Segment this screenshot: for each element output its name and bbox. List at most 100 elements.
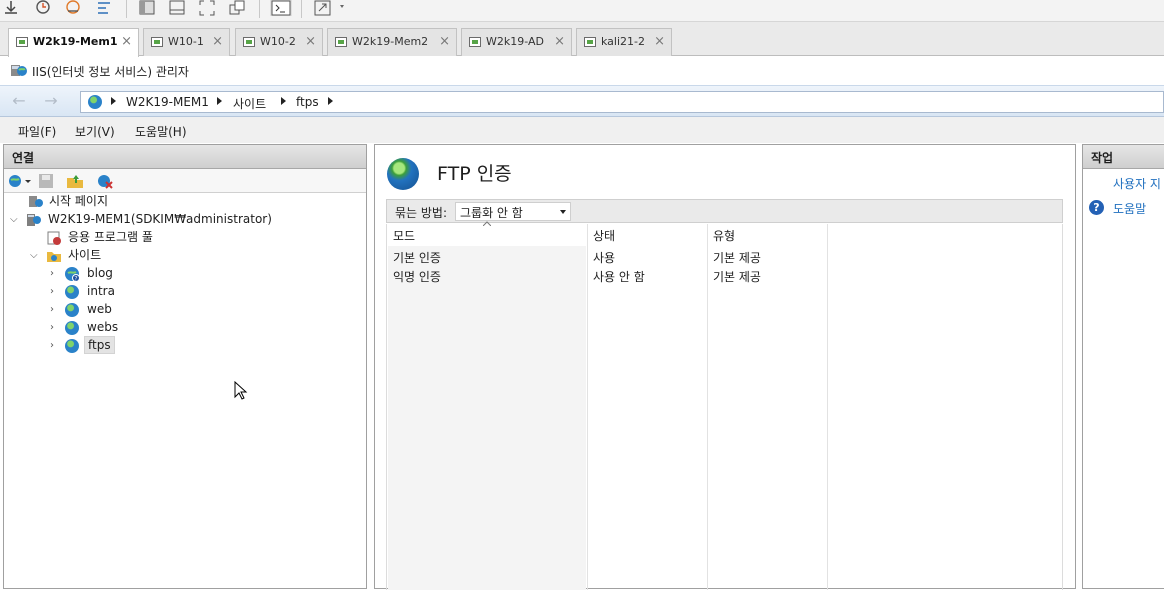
site-error-icon: ? xyxy=(65,267,80,283)
tree-label: webs xyxy=(87,320,119,334)
unity-icon[interactable] xyxy=(228,0,246,16)
tree-site-webs[interactable]: › webs xyxy=(48,319,121,337)
vm-tab-label: W10-2 xyxy=(260,35,296,48)
close-tab-icon[interactable]: × xyxy=(654,29,665,55)
vm-tab-kali21-2[interactable]: kali21-2 × xyxy=(576,28,672,56)
vm-tab-w2k19-mem1[interactable]: W2k19-Mem1 × xyxy=(8,28,139,57)
address-field[interactable]: W2K19-MEM1 사이트 ftps xyxy=(80,91,1164,113)
vm-icon xyxy=(243,37,255,47)
connect-icon[interactable] xyxy=(7,172,33,190)
snapshot-manager-icon[interactable] xyxy=(95,0,113,16)
connections-panel: 연결 시작 페이지 ⌵ W2K19-MEM1(SDKIM₩administrat… xyxy=(3,144,367,589)
vm-tab-label: W2k19-Mem2 xyxy=(352,35,429,48)
save-icon[interactable] xyxy=(37,172,55,190)
chevron-down-icon[interactable]: ⌵ xyxy=(30,248,38,264)
cell-mode: 익명 인증 xyxy=(393,270,441,284)
forward-button[interactable]: → xyxy=(40,91,62,113)
terminal-icon[interactable] xyxy=(270,0,292,16)
globe-icon xyxy=(88,95,102,109)
sort-ascending-icon xyxy=(483,221,491,226)
group-by-select[interactable]: 그룹화 안 함 xyxy=(455,202,571,221)
tree-start-page[interactable]: 시작 페이지 xyxy=(28,193,111,211)
close-tab-icon[interactable]: × xyxy=(554,29,565,55)
chevron-down-icon[interactable]: ⌵ xyxy=(10,212,18,228)
back-button[interactable]: ← xyxy=(8,91,30,113)
group-by-label: 묶는 방법: xyxy=(395,206,448,220)
chevron-right-icon[interactable]: › xyxy=(50,266,54,282)
console-view-icon[interactable] xyxy=(168,0,186,16)
svg-text:?: ? xyxy=(74,276,77,283)
vm-tab-label: kali21-2 xyxy=(601,35,645,48)
cell-mode: 기본 인증 xyxy=(393,251,441,265)
vm-icon xyxy=(16,37,28,47)
sidebar-view-icon[interactable] xyxy=(138,0,156,16)
cell-type: 기본 제공 xyxy=(713,270,761,284)
tree-server[interactable]: ⌵ W2K19-MEM1(SDKIM₩administrator) xyxy=(8,211,275,229)
chevron-right-icon[interactable]: › xyxy=(50,320,54,336)
up-folder-icon[interactable] xyxy=(66,172,84,190)
window-title-bar: IIS(인터넷 정보 서비스) 관리자 xyxy=(0,57,1164,85)
menu-bar: 파일(F) 보기(V) 도움말(H) xyxy=(0,117,1164,143)
server-icon xyxy=(27,214,41,226)
feature-panel: FTP 인증 묶는 방법: 그룹화 안 함 모드 상태 유형 기본 인증 사용 … xyxy=(374,144,1076,590)
action-custom-users[interactable]: 사용자 지 xyxy=(1113,175,1161,192)
window-title: IIS(인터넷 정보 서비스) 관리자 xyxy=(32,65,189,79)
column-header-status[interactable]: 상태 xyxy=(593,227,615,244)
chevron-right-icon[interactable]: › xyxy=(50,284,54,300)
tree-label: blog xyxy=(87,266,113,280)
globe-icon xyxy=(387,158,419,190)
globe-icon xyxy=(65,339,79,353)
tree-label: ftps xyxy=(84,336,115,354)
close-tab-icon[interactable]: × xyxy=(305,29,316,55)
close-tab-icon[interactable]: × xyxy=(212,29,223,55)
tree-app-pools[interactable]: 응용 프로그램 풀 xyxy=(44,229,156,247)
breadcrumb-ftps[interactable]: ftps xyxy=(296,95,319,109)
column-header-type[interactable]: 유형 xyxy=(713,227,735,244)
tree-label: 시작 페이지 xyxy=(49,194,109,208)
start-page-icon xyxy=(29,196,43,207)
folder-icon xyxy=(47,252,61,262)
tree-site-web[interactable]: › web xyxy=(48,301,115,319)
breadcrumb-server[interactable]: W2K19-MEM1 xyxy=(126,95,209,109)
clock-icon[interactable] xyxy=(34,0,52,16)
vm-tab-label: W2k19-AD xyxy=(486,35,544,48)
globe-icon xyxy=(65,285,79,299)
help-icon: ? xyxy=(1089,200,1104,215)
auth-table: 모드 상태 유형 기본 인증 사용 기본 제공 익명 인증 사용 안 함 기본 … xyxy=(386,221,1063,590)
column-header-mode[interactable]: 모드 xyxy=(393,227,415,244)
group-by-bar: 묶는 방법: 그룹화 안 함 xyxy=(386,199,1063,223)
cursor-icon xyxy=(234,381,248,400)
globe-icon xyxy=(65,321,79,335)
vm-icon xyxy=(151,37,163,47)
vm-tab-w10-1[interactable]: W10-1 × xyxy=(143,28,230,56)
disconnect-icon[interactable] xyxy=(96,172,114,190)
vm-tab-w2k19-mem2[interactable]: W2k19-Mem2 × xyxy=(327,28,457,56)
dropdown-arrow-icon xyxy=(560,210,566,214)
vm-icon xyxy=(469,37,481,47)
vm-icon xyxy=(584,37,596,47)
breadcrumb-sites[interactable]: 사이트 xyxy=(233,95,266,112)
vm-tab-w2k19-ad[interactable]: W2k19-AD × xyxy=(461,28,572,56)
stretch-icon[interactable] xyxy=(313,0,349,16)
cell-type: 기본 제공 xyxy=(713,251,761,265)
tree-label: web xyxy=(87,302,112,316)
tree-site-intra[interactable]: › intra xyxy=(48,283,118,301)
tree-sites[interactable]: ⌵ 사이트 xyxy=(28,247,104,265)
download-icon[interactable] xyxy=(2,0,20,16)
action-help[interactable]: 도움말 xyxy=(1113,200,1146,217)
tree-label: intra xyxy=(87,284,115,298)
menu-file[interactable]: 파일(F) xyxy=(18,123,56,140)
close-tab-icon[interactable]: × xyxy=(121,29,132,55)
chevron-right-icon[interactable]: › xyxy=(50,302,54,318)
tree-site-ftps[interactable]: › ftps xyxy=(48,336,115,355)
menu-help[interactable]: 도움말(H) xyxy=(135,123,187,140)
revert-icon[interactable] xyxy=(64,0,82,16)
tree-label: W2K19-MEM1(SDKIM₩administrator) xyxy=(48,212,272,226)
actions-header: 작업 xyxy=(1083,145,1164,169)
menu-view[interactable]: 보기(V) xyxy=(75,123,115,140)
vm-tab-w10-2[interactable]: W10-2 × xyxy=(235,28,323,56)
fullscreen-icon[interactable] xyxy=(198,0,216,16)
tree-site-blog[interactable]: › ? blog xyxy=(48,265,116,283)
chevron-right-icon[interactable]: › xyxy=(50,338,54,354)
close-tab-icon[interactable]: × xyxy=(439,29,450,55)
